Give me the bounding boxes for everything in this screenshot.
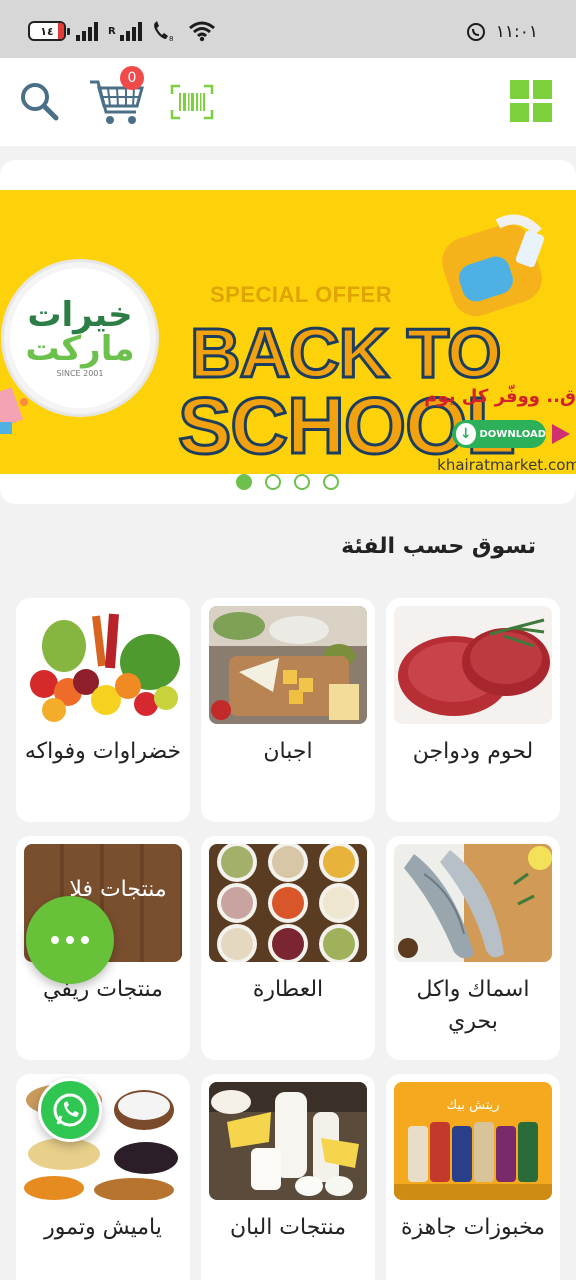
section-title: تسوق حسب الفئة xyxy=(341,534,536,559)
carousel-dot-1[interactable] xyxy=(236,474,252,490)
search-icon[interactable] xyxy=(18,80,62,124)
category-name: اجبان xyxy=(263,739,313,764)
promo-carousel[interactable]: خيرات ماركت SINCE 2001 SPECIAL OFFER BAC… xyxy=(0,160,576,504)
special-offer-label: SPECIAL OFFER xyxy=(210,282,393,307)
category-card-dairy[interactable]: منتجات البان xyxy=(201,1074,375,1280)
battery-icon: ١٤ xyxy=(28,21,70,41)
bread-packs xyxy=(394,1122,552,1200)
status-bar: ١٤ R 8 ١١:٠١ xyxy=(0,0,576,58)
category-name: اسماك واكل بحري xyxy=(416,977,530,1034)
whatsapp-button[interactable] xyxy=(38,1078,102,1142)
category-name: لحوم ودواجن xyxy=(412,739,534,764)
svg-text:8: 8 xyxy=(169,35,173,42)
barcode-scan-icon[interactable] xyxy=(170,84,214,120)
dot-icon xyxy=(66,936,74,944)
logo-line2: ماركت xyxy=(25,328,135,369)
dairy-image xyxy=(209,1082,367,1200)
app-header xyxy=(0,58,576,146)
category-card-bakery[interactable]: ريتش بيك مخبوزات جاهزة xyxy=(386,1074,560,1280)
signal-icon-2 xyxy=(119,21,142,41)
whatsapp-notification-icon xyxy=(466,23,485,41)
dot-icon xyxy=(81,936,89,944)
logo-line1: خيرات xyxy=(27,294,133,335)
carousel-dot-3[interactable] xyxy=(294,474,310,490)
category-name: العطارة xyxy=(252,977,324,1002)
category-name: منتجات البان xyxy=(230,1215,346,1240)
category-card-spices[interactable]: العطارة xyxy=(201,836,375,1060)
wifi-icon xyxy=(188,21,215,42)
meat-image xyxy=(394,606,552,724)
category-name: خضراوات وفواكه xyxy=(24,739,182,764)
category-card-cheese[interactable]: اجبان xyxy=(201,598,375,822)
play-store-icon xyxy=(552,424,570,444)
more-options-button[interactable] xyxy=(26,896,114,984)
download-button[interactable]: ↓ DOWNLOAD xyxy=(452,420,546,448)
status-right: ١١:٠١ xyxy=(466,22,538,42)
category-name: مخبوزات جاهزة xyxy=(401,1215,545,1240)
wifi-call-icon: 8 xyxy=(153,21,173,42)
status-left: ١٤ R 8 xyxy=(28,20,216,42)
grid-menu-icon[interactable] xyxy=(510,80,552,122)
store-logo: خيرات ماركت SINCE 2001 xyxy=(4,262,156,414)
carousel-dot-2[interactable] xyxy=(265,474,281,490)
fish-image xyxy=(394,844,552,962)
category-card-vegetables-fruits[interactable]: خضراوات وفواكه xyxy=(16,598,190,822)
dot-icon xyxy=(51,936,59,944)
roaming-label: R xyxy=(108,25,116,37)
whatsapp-icon xyxy=(53,1093,87,1127)
cheese-image xyxy=(209,606,367,724)
banner-url: khairatmarket.com xyxy=(437,456,576,474)
carousel-dot-4[interactable] xyxy=(323,474,339,490)
logo-since: SINCE 2001 xyxy=(56,369,104,379)
headline-line1: BACK TO xyxy=(189,314,504,392)
category-card-meat-poultry[interactable]: لحوم ودواجن xyxy=(386,598,560,822)
battery-level: ١٤ xyxy=(40,24,54,38)
vegetables-image xyxy=(24,606,182,724)
download-label: DOWNLOAD xyxy=(479,428,547,440)
banner-tagline: ق.. ووفّر كل يوم xyxy=(424,386,576,407)
backpack-icon xyxy=(442,214,545,317)
cart-count-badge: 0 xyxy=(120,66,144,90)
carousel-dots xyxy=(236,474,339,490)
bakery-image: ريتش بيك xyxy=(394,1082,552,1200)
signal-icon xyxy=(76,21,98,41)
clock: ١١:٠١ xyxy=(495,22,538,42)
category-card-fish-seafood[interactable]: اسماك واكل بحري xyxy=(386,836,560,1060)
category-name: منتجات ريفي xyxy=(43,977,163,1002)
promo-banner[interactable]: خيرات ماركت SINCE 2001 SPECIAL OFFER BAC… xyxy=(0,190,576,474)
download-icon: ↓ xyxy=(456,423,476,445)
spices-image xyxy=(209,844,367,962)
category-name: ياميش وتمور xyxy=(44,1215,162,1240)
